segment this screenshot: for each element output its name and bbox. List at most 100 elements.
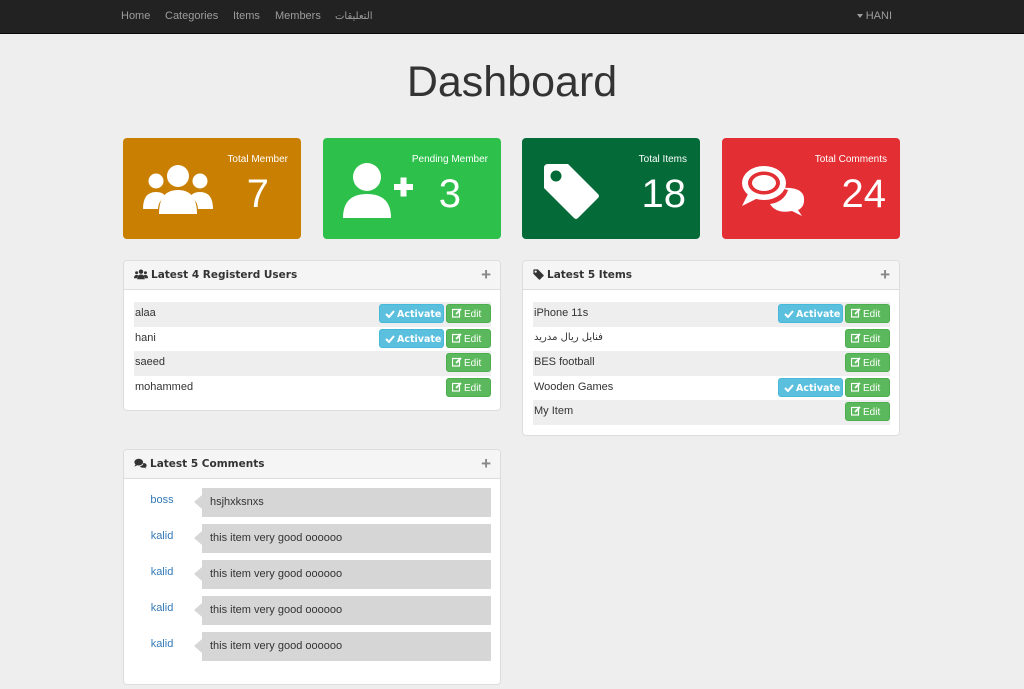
- user-name: mohammed: [135, 380, 194, 393]
- comments-icon: [740, 164, 806, 219]
- check-icon: [385, 310, 395, 319]
- comment-user-link[interactable]: boss: [134, 494, 190, 506]
- comment-bubble: this item very good oooooo: [194, 596, 491, 625]
- comment-bubble: this item very good oooooo: [194, 524, 491, 553]
- list-item: Wooden Games Activate Edit: [533, 376, 890, 401]
- comment-user-link[interactable]: kalid: [134, 566, 190, 578]
- item-name: فنايل ريال مدريد: [534, 331, 603, 343]
- activate-button[interactable]: Activate: [379, 304, 444, 323]
- item-name: Wooden Games: [534, 380, 614, 393]
- panel-heading: Latest 5 Comments +: [124, 450, 500, 479]
- item-name: iPhone 11s: [534, 307, 589, 319]
- user-name: saeed: [135, 356, 165, 368]
- panel-title: Latest 5 Comments: [150, 458, 265, 470]
- comment-user-link[interactable]: kalid: [134, 602, 190, 614]
- edit-button[interactable]: Edit: [446, 328, 491, 348]
- toggle-plus-button[interactable]: +: [481, 455, 491, 472]
- edit-button[interactable]: Edit: [845, 402, 890, 421]
- comment-text: this item very good oooooo: [210, 532, 343, 544]
- comment-text: this item very good oooooo: [210, 568, 343, 580]
- edit-button[interactable]: Edit: [845, 328, 890, 348]
- comment-item: kalid this item very good oooooo: [134, 632, 491, 661]
- comment-text: hsjhxksnxs: [210, 496, 264, 508]
- list-item: iPhone 11s Activate Edit: [533, 302, 890, 327]
- tag-icon: [542, 162, 600, 223]
- stat-total-comments[interactable]: Total Comments 24: [722, 138, 900, 239]
- edit-button[interactable]: Edit: [845, 353, 890, 372]
- users-list: alaa Activate Edit hani Activate Edit sa…: [134, 302, 491, 400]
- comment-item: kalid this item very good oooooo: [134, 596, 491, 625]
- edit-icon: [451, 332, 462, 343]
- edit-icon: [850, 406, 861, 416]
- edit-icon: [850, 357, 861, 367]
- comment-user-link[interactable]: kalid: [134, 530, 190, 542]
- list-item: hani Activate Edit: [134, 327, 491, 352]
- latest-items-panel: Latest 5 Items + iPhone 11s Activate Edi…: [522, 260, 900, 436]
- user-name: hani: [135, 331, 156, 344]
- edit-icon: [850, 308, 861, 318]
- nav-categories[interactable]: Categories: [165, 10, 218, 22]
- panel-title: Latest 4 Registerd Users: [151, 269, 298, 281]
- item-name: My Item: [534, 405, 574, 417]
- navbar: Home Categories Items Members التعليقات …: [0, 0, 1024, 34]
- check-icon: [784, 383, 794, 392]
- stat-total-items[interactable]: Total Items 18: [522, 138, 700, 239]
- edit-button[interactable]: Edit: [446, 377, 491, 397]
- toggle-plus-button[interactable]: +: [880, 266, 890, 283]
- edit-icon: [451, 308, 462, 318]
- edit-button[interactable]: Edit: [446, 353, 491, 372]
- list-item: alaa Activate Edit: [134, 302, 491, 327]
- activate-button[interactable]: Activate: [778, 377, 843, 397]
- nav-comments[interactable]: التعليقات: [335, 11, 373, 22]
- toggle-plus-button[interactable]: +: [481, 266, 491, 283]
- activate-button[interactable]: Activate: [379, 328, 444, 348]
- edit-icon: [451, 381, 462, 392]
- stat-total-members[interactable]: Total Member 7: [123, 138, 301, 239]
- nav-home[interactable]: Home: [121, 10, 150, 22]
- panel-heading: Latest 4 Registerd Users +: [124, 261, 500, 290]
- items-list: iPhone 11s Activate Edit فنايل ريال مدري…: [533, 302, 890, 425]
- comment-item: kalid this item very good oooooo: [134, 560, 491, 589]
- user-name: HANI: [865, 10, 892, 22]
- stat-label: Pending Member: [411, 154, 488, 165]
- nav-items[interactable]: Items: [233, 10, 260, 22]
- stat-value: 7: [246, 172, 269, 216]
- stat-value: 3: [438, 172, 461, 216]
- user-name: alaa: [135, 307, 156, 319]
- edit-button[interactable]: Edit: [845, 304, 890, 323]
- stat-label: Total Items: [638, 154, 687, 165]
- activate-button[interactable]: Activate: [778, 304, 843, 323]
- comment-text: this item very good oooooo: [210, 640, 343, 652]
- stat-label: Total Comments: [814, 154, 887, 165]
- comment-item: boss hsjhxksnxs: [134, 488, 491, 517]
- caret-down-icon: [856, 14, 863, 19]
- comment-item: kalid this item very good oooooo: [134, 524, 491, 553]
- edit-icon: [850, 332, 861, 343]
- tag-icon: [533, 269, 544, 280]
- stat-pending-members[interactable]: Pending Member 3: [323, 138, 501, 239]
- page-title: Dashboard: [406, 58, 618, 106]
- edit-icon: [850, 381, 861, 392]
- user-dropdown[interactable]: HANI: [856, 10, 892, 22]
- nav-members[interactable]: Members: [275, 10, 321, 22]
- check-icon: [784, 310, 794, 319]
- item-name: BES football: [534, 356, 595, 368]
- edit-button[interactable]: Edit: [845, 377, 890, 397]
- comment-bubble: hsjhxksnxs: [194, 488, 491, 517]
- comment-text: this item very good oooooo: [210, 604, 343, 616]
- stat-label: Total Member: [227, 154, 288, 165]
- list-item: mohammed Edit: [134, 376, 491, 401]
- list-item: فنايل ريال مدريد Edit: [533, 327, 890, 352]
- list-item: saeed Edit: [134, 351, 491, 376]
- edit-icon: [451, 357, 462, 367]
- users-icon: [134, 269, 148, 280]
- comment-user-link[interactable]: kalid: [134, 638, 190, 650]
- latest-comments-panel: Latest 5 Comments + boss hsjhxksnxs kali…: [123, 449, 501, 685]
- edit-button[interactable]: Edit: [446, 304, 491, 323]
- list-item: My Item Edit: [533, 400, 890, 425]
- stat-value: 18: [641, 172, 687, 216]
- users-icon: [143, 164, 213, 219]
- comment-bubble: this item very good oooooo: [194, 560, 491, 589]
- list-item: BES football Edit: [533, 351, 890, 376]
- stat-value: 24: [841, 172, 887, 216]
